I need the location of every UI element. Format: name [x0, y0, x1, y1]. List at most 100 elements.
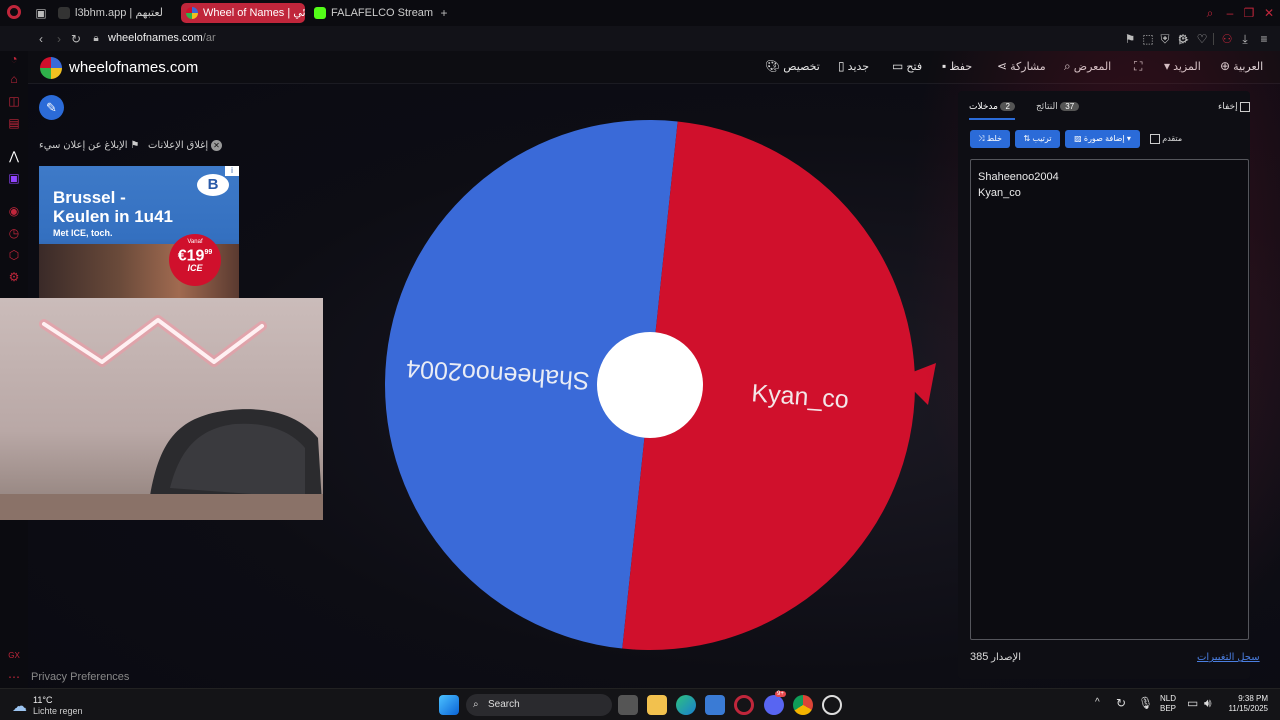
price-cents: 99	[204, 249, 213, 256]
cloud-rain-icon: ☁	[12, 698, 27, 715]
nav-gallery[interactable]: ⌕ المعرض	[1058, 59, 1111, 74]
browser-tab-bar: ▣ l3bhm.app | لعتبهم Wheel of Names | عش…	[0, 0, 1280, 26]
close-icon[interactable]: ✕	[1261, 5, 1277, 21]
search-label: Search	[488, 699, 520, 710]
nav-open[interactable]: ▭ فتح	[886, 59, 922, 73]
play-icon[interactable]: ▷	[1176, 31, 1192, 47]
twitch-icon[interactable]: ▣	[6, 170, 22, 186]
mic-icon[interactable]: 🎙︎	[1138, 696, 1153, 710]
advanced-toggle[interactable]: متقدم	[1150, 134, 1182, 144]
snapshot-icon[interactable]: ⬚	[1140, 31, 1156, 47]
chrome-icon[interactable]	[793, 695, 813, 715]
report-ad-link[interactable]: الإبلاغ عن إعلان سيء ⚑	[39, 140, 139, 151]
clock[interactable]: 9:38 PM 11/15/2025	[1226, 694, 1268, 714]
tab-label: Wheel of Names | عشوائي	[203, 7, 305, 19]
app-icon[interactable]	[822, 695, 842, 715]
tab-entries[interactable]: مدخلات 2	[969, 101, 1015, 120]
nav-more[interactable]: ▾ المزيد	[1158, 59, 1201, 73]
tab-results[interactable]: النتائج 37	[1036, 101, 1080, 112]
version-info: 385 الإصدار	[970, 651, 1021, 663]
maximize-icon[interactable]: ❐	[1241, 5, 1257, 21]
wheel[interactable]: Shaheenoo2004 Kyan_co	[380, 115, 940, 675]
nav-language[interactable]: ⊕ العربية	[1214, 59, 1263, 73]
task-view-icon[interactable]	[618, 695, 638, 715]
nav-fullscreen[interactable]: ⛶	[1128, 59, 1142, 74]
extensions-icon[interactable]: ⬡	[6, 247, 22, 263]
wheel-center[interactable]	[597, 332, 703, 438]
weather-desc: Lichte regen	[33, 706, 83, 716]
menu-icon[interactable]: ≡	[1256, 31, 1272, 47]
price-badge: Vanaf €1999 ICE	[169, 234, 221, 286]
app-icon[interactable]: ⋀	[6, 148, 22, 164]
changelog-link[interactable]: سجل التغييرات	[1197, 652, 1260, 663]
url-field[interactable]: wheelofnames.com/ar	[108, 32, 216, 44]
sncb-logo-icon: B	[197, 174, 229, 196]
version-label: الإصدار	[991, 652, 1021, 663]
aria-icon[interactable]: ◔	[6, 51, 22, 67]
close-ads-link[interactable]: إغلاق الإعلانات ✕	[148, 140, 222, 151]
taskbar-search[interactable]: ⌕ Search	[466, 694, 612, 716]
report-ad-label: الإبلاغ عن إعلان سيء	[39, 140, 128, 151]
tab-menu-icon[interactable]: ▣	[33, 5, 49, 21]
new-tab-icon[interactable]: +	[436, 5, 452, 21]
edit-button[interactable]: ✎	[39, 95, 64, 120]
network-icon[interactable]: ▭	[1187, 696, 1198, 710]
player-icon[interactable]: ◉	[6, 203, 22, 219]
image-icon: ▨	[1074, 134, 1082, 143]
nav-customize[interactable]: 🎨︎ تخصيص	[759, 59, 820, 73]
sync-icon[interactable]: ↻	[1116, 696, 1126, 710]
tray-expand-icon[interactable]: ^	[1095, 697, 1100, 708]
tab-l3bhm[interactable]: l3bhm.app | لعتبهم	[53, 3, 178, 23]
discord-icon[interactable]: 9+	[764, 691, 786, 715]
nav-label: العربية	[1233, 61, 1264, 73]
heart-icon[interactable]: ♡	[1194, 31, 1210, 47]
nav-label: مشاركة	[1010, 61, 1046, 73]
site-logo-icon[interactable]	[40, 57, 62, 79]
shuffle-button[interactable]: ⤨ خلط	[970, 130, 1010, 148]
start-icon[interactable]	[439, 695, 459, 715]
forward-icon[interactable]: ›	[51, 31, 67, 47]
sort-button[interactable]: ⇅ ترتيب	[1015, 130, 1060, 148]
opera-logo-icon[interactable]	[7, 5, 21, 19]
nav-label: المزيد	[1173, 61, 1201, 73]
store-icon[interactable]	[705, 695, 725, 715]
tools-icon[interactable]: ⌂	[6, 71, 22, 87]
add-image-button[interactable]: ▨ إضافة صورة ▾	[1065, 130, 1140, 148]
language-indicator[interactable]: NLD BEP	[1160, 694, 1176, 714]
messenger-icon[interactable]: ◫	[6, 93, 22, 109]
flag-icon: ⚑	[130, 140, 140, 151]
shield-icon[interactable]: ⛨	[1157, 31, 1173, 47]
entries-textarea[interactable]: Shaheenoo2004 Kyan_co	[970, 159, 1249, 640]
tab-wheel-of-names[interactable]: Wheel of Names | عشوائي	[181, 3, 305, 23]
bookmark-icon[interactable]: ⚑	[1122, 31, 1138, 47]
ad-info-icon[interactable]: i	[225, 166, 239, 176]
nav-save[interactable]: ▪ حفظ	[936, 59, 972, 73]
search-icon: ⌕	[1064, 59, 1071, 73]
history-icon[interactable]: ◷	[6, 225, 22, 241]
sidebar-settings-icon[interactable]: ⚙	[6, 269, 22, 285]
back-icon[interactable]: ‹	[33, 31, 49, 47]
hide-toggle[interactable]: إخفاء	[1218, 101, 1251, 112]
site-logo-text[interactable]: wheelofnames.com	[69, 59, 198, 76]
file-explorer-icon[interactable]	[647, 695, 667, 715]
tab-falafelco[interactable]: FALAFELCO Stream - Wat	[309, 3, 433, 23]
gx-icon[interactable]: GX	[6, 648, 22, 664]
nav-share[interactable]: ⋖ مشاركة	[991, 59, 1046, 73]
opera-gx-icon[interactable]	[734, 695, 754, 715]
volume-icon[interactable]: 🔊︎	[1204, 696, 1212, 711]
search-tabs-icon[interactable]: ⌕	[1202, 5, 1218, 21]
minimize-icon[interactable]: –	[1222, 5, 1238, 21]
profile-icon[interactable]: ⚇	[1219, 31, 1235, 47]
search-icon: ⌕	[473, 699, 479, 710]
reload-icon[interactable]: ↻	[68, 31, 84, 47]
advertisement[interactable]: Brussel - Keulen in 1u41 Met ICE, toch. …	[39, 166, 239, 298]
more-icon[interactable]: ⋯	[6, 669, 22, 685]
close-circle-icon: ✕	[210, 140, 222, 151]
privacy-preferences-link[interactable]: Privacy Preferences	[31, 671, 129, 683]
edge-icon[interactable]	[676, 695, 696, 715]
globe-icon: ⊕	[1220, 59, 1231, 73]
fullscreen-icon: ⛶	[1134, 59, 1143, 73]
download-icon[interactable]: ⤓	[1237, 31, 1253, 47]
nav-new[interactable]: ▯ جديد	[832, 59, 869, 73]
mail-icon[interactable]: ▤	[6, 115, 22, 131]
